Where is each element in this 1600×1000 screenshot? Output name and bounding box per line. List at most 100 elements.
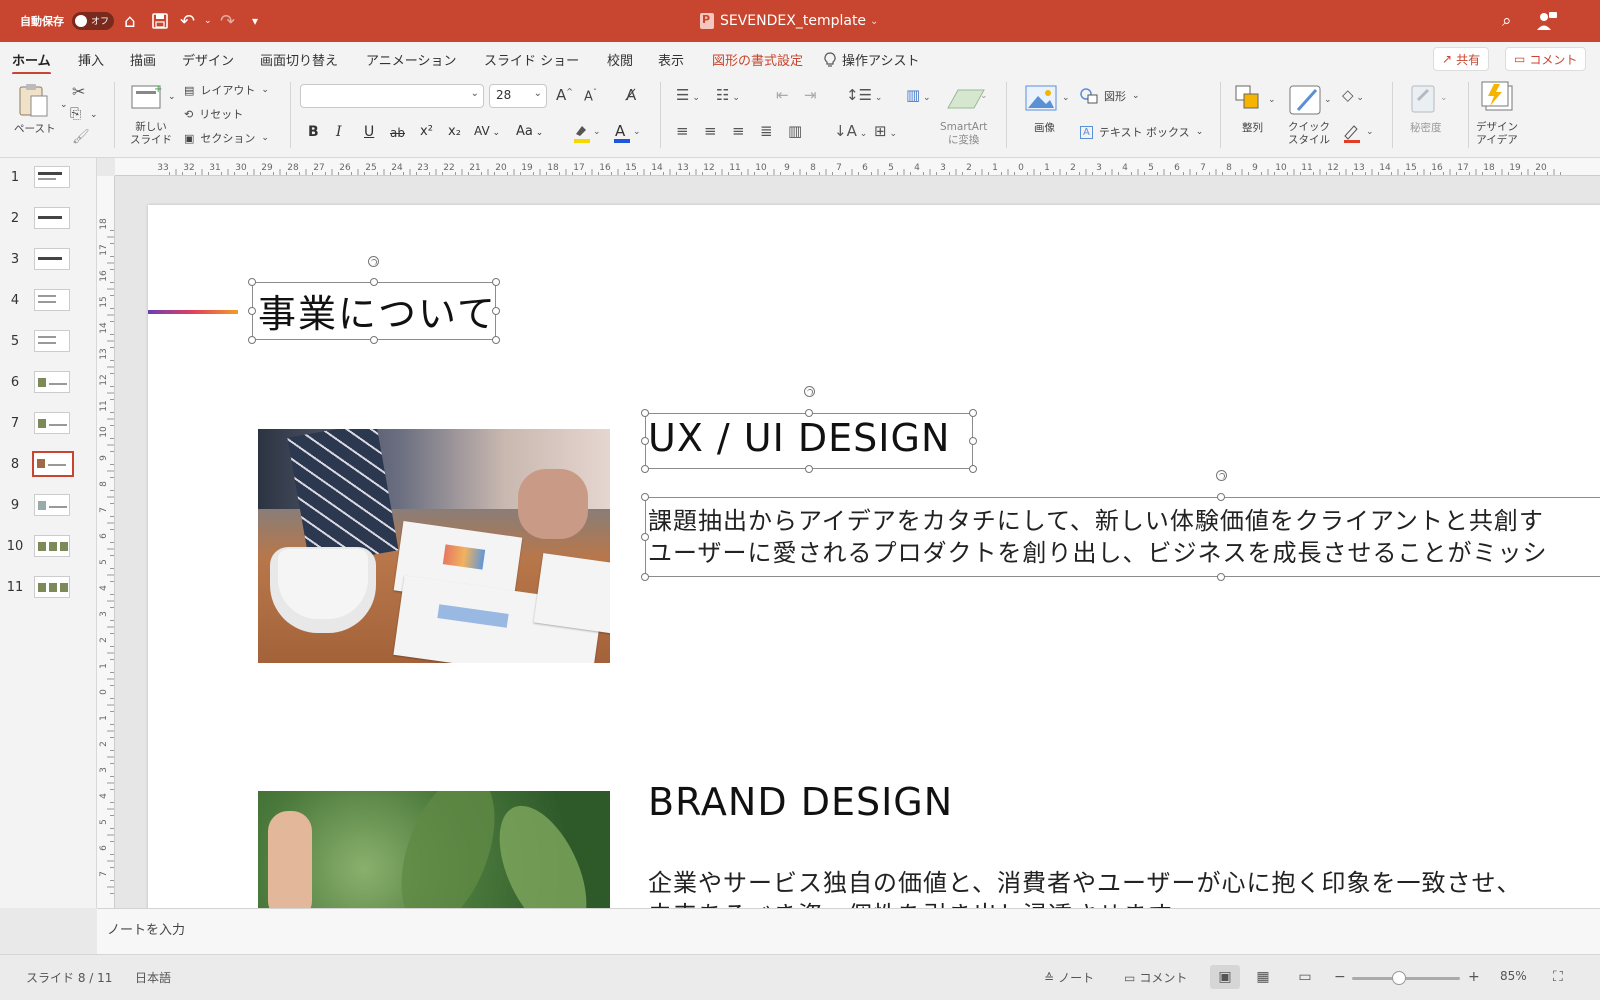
reset-button[interactable]: ⟲ リセット bbox=[184, 106, 243, 122]
tab-design[interactable]: デザイン bbox=[182, 50, 234, 69]
autosave-toggle[interactable]: オフ bbox=[72, 12, 114, 30]
slide-editor-canvas[interactable]: 事業について UX / UI DESIGN 課題抽出からアイデアをカタチにして、… bbox=[115, 176, 1600, 908]
normal-view-button[interactable]: ▣ bbox=[1210, 965, 1240, 989]
notes-pane[interactable]: ノートを入力 bbox=[97, 908, 1600, 954]
home-icon[interactable]: ⌂ bbox=[124, 0, 135, 42]
bold-button[interactable]: B bbox=[308, 124, 319, 140]
distributed-icon[interactable]: ▥ bbox=[788, 122, 802, 140]
resize-handle[interactable] bbox=[1217, 573, 1225, 581]
zoom-slider-thumb[interactable] bbox=[1392, 971, 1406, 985]
resize-handle[interactable] bbox=[641, 573, 649, 581]
tab-insert[interactable]: 挿入 bbox=[78, 50, 104, 69]
copy-dropdown-icon[interactable]: ⌄ bbox=[90, 110, 98, 120]
align-right-icon[interactable]: ≡ bbox=[732, 122, 745, 140]
columns-icon[interactable]: ▥ ⌄ bbox=[906, 86, 931, 104]
layout-button[interactable]: ▤ レイアウト ⌄ bbox=[184, 82, 269, 98]
title-accent-line[interactable] bbox=[148, 310, 238, 314]
align-center-icon[interactable]: ≡ bbox=[704, 122, 717, 140]
horizontal-ruler[interactable]: 33 32 31 30 29 28 27 26 25 24 23 22 21 20 19 18 17 16 15 14… bbox=[115, 158, 1600, 176]
font-name-combo[interactable]: ⌄ bbox=[300, 84, 484, 108]
italic-button[interactable]: I bbox=[336, 124, 342, 140]
resize-handle[interactable] bbox=[805, 465, 813, 473]
resize-handle[interactable] bbox=[370, 278, 378, 286]
shape-fill-icon[interactable]: ◇ ⌄ bbox=[1342, 86, 1364, 104]
designer-button[interactable] bbox=[1480, 80, 1516, 118]
paste-dropdown-icon[interactable]: ⌄ bbox=[60, 100, 68, 110]
decrease-indent-icon[interactable]: ⇤ bbox=[776, 86, 789, 104]
resize-handle[interactable] bbox=[805, 409, 813, 417]
character-spacing-button[interactable]: AV ⌄ bbox=[474, 124, 500, 138]
clear-formatting-icon[interactable]: A̸ bbox=[626, 86, 636, 104]
thumbnail-slide-9[interactable]: 9 bbox=[0, 490, 97, 526]
tab-animations[interactable]: アニメーション bbox=[366, 50, 456, 69]
zoom-slider-track[interactable] bbox=[1352, 977, 1460, 980]
shrink-font-icon[interactable]: Aˇ bbox=[584, 88, 597, 104]
shapes-button[interactable]: 図形 ⌄ bbox=[1080, 88, 1140, 104]
document-title[interactable]: SEVENDEX_template ⌄ bbox=[700, 0, 878, 42]
tab-review[interactable]: 校閲 bbox=[607, 50, 633, 69]
zoom-level[interactable]: 85% bbox=[1500, 969, 1527, 983]
resize-handle[interactable] bbox=[370, 336, 378, 344]
account-icon[interactable] bbox=[1536, 0, 1558, 42]
body-rotate-handle[interactable] bbox=[1216, 470, 1227, 481]
textbox-button[interactable]: A テキスト ボックス ⌄ bbox=[1080, 124, 1203, 140]
search-icon[interactable]: ⌕ bbox=[1502, 0, 1512, 42]
resize-handle[interactable] bbox=[641, 465, 649, 473]
resize-handle[interactable] bbox=[248, 307, 256, 315]
comments-button[interactable]: ▭ コメント bbox=[1505, 47, 1587, 71]
thumbnail-slide-7[interactable]: 7 bbox=[0, 408, 97, 444]
resize-handle[interactable] bbox=[492, 307, 500, 315]
resize-handle[interactable] bbox=[492, 278, 500, 286]
thumbnail-slide-6[interactable]: 6 bbox=[0, 367, 97, 403]
heading-selection-frame[interactable] bbox=[645, 413, 973, 469]
thumbnail-slide-11[interactable]: 11 bbox=[0, 572, 97, 608]
align-left-icon[interactable]: ≡ bbox=[676, 122, 689, 140]
undo-dropdown-icon[interactable]: ⌄ bbox=[204, 0, 212, 42]
ux-design-photo[interactable] bbox=[258, 429, 610, 663]
underline-button[interactable]: U bbox=[364, 124, 374, 140]
fit-to-window-icon[interactable]: ⛶ bbox=[1553, 969, 1563, 985]
thumbnail-slide-3[interactable]: 3 bbox=[0, 244, 97, 280]
new-slide-button[interactable]: + ⌄ bbox=[130, 82, 176, 114]
zoom-in-button[interactable]: + bbox=[1468, 969, 1480, 985]
save-icon[interactable] bbox=[152, 0, 168, 42]
customize-toolbar-icon[interactable]: ▾ bbox=[252, 0, 258, 42]
bullets-icon[interactable]: ☰ ⌄ bbox=[676, 86, 700, 104]
share-button[interactable]: ↗ 共有 bbox=[1433, 47, 1490, 71]
copy-icon[interactable]: ⎘ bbox=[70, 106, 81, 122]
increase-indent-icon[interactable]: ⇥ bbox=[804, 86, 817, 104]
tab-draw[interactable]: 描画 bbox=[130, 50, 156, 69]
notes-placeholder[interactable]: ノートを入力 bbox=[107, 919, 185, 938]
font-size-combo[interactable]: 28 ⌄ bbox=[489, 84, 547, 108]
brand-description-line-1[interactable]: 企業やサービス独自の価値と、消費者やユーザーが心に抱く印象を一致させ、 bbox=[648, 867, 1522, 899]
resize-handle[interactable] bbox=[641, 533, 649, 541]
current-slide[interactable]: 事業について UX / UI DESIGN 課題抽出からアイデアをカタチにして、… bbox=[148, 205, 1600, 908]
quick-styles-button[interactable]: ⌄ bbox=[1288, 82, 1334, 120]
format-painter-icon[interactable]: 🖌 bbox=[72, 129, 90, 145]
resize-handle[interactable] bbox=[641, 409, 649, 417]
font-color-button[interactable]: A ⌄ bbox=[612, 122, 642, 148]
resize-handle[interactable] bbox=[492, 336, 500, 344]
thumbnail-slide-10[interactable]: 10 bbox=[0, 531, 97, 567]
tab-transitions[interactable]: 画面切り替え bbox=[260, 50, 338, 69]
vertical-ruler[interactable]: 18 17 16 15 14 13 12 11 10 9 8 7 6 5 4 3 2 1 0 1 2 3 4 5 6 7 bbox=[97, 176, 115, 908]
tab-slideshow[interactable]: スライド ショー bbox=[484, 50, 579, 69]
sensitivity-button[interactable]: ⌄ bbox=[1408, 82, 1452, 120]
comments-toggle-button[interactable]: ▭ コメント bbox=[1124, 969, 1187, 986]
arrange-button[interactable]: ⌄ bbox=[1234, 84, 1278, 118]
justify-icon[interactable]: ≣ bbox=[760, 122, 773, 140]
resize-handle[interactable] bbox=[641, 493, 649, 501]
thumbnail-slide-4[interactable]: 4 bbox=[0, 285, 97, 321]
change-case-button[interactable]: Aa ⌄ bbox=[516, 124, 543, 139]
resize-handle[interactable] bbox=[248, 336, 256, 344]
brand-design-photo[interactable] bbox=[258, 791, 610, 908]
cut-icon[interactable]: ✂ bbox=[72, 82, 85, 101]
text-direction-icon[interactable]: ↓A ⌄ bbox=[834, 122, 867, 140]
strikethrough-button[interactable]: ab bbox=[390, 126, 405, 140]
shape-outline-button[interactable]: ⌄ bbox=[1342, 122, 1376, 148]
picture-button[interactable]: ⌄ bbox=[1024, 84, 1072, 116]
slide-sorter-button[interactable]: ▦ bbox=[1248, 965, 1278, 989]
title-selection-frame[interactable] bbox=[252, 282, 496, 340]
paste-button[interactable]: ⌄ bbox=[16, 82, 68, 122]
presenter-view-button[interactable]: ▭ bbox=[1290, 965, 1320, 989]
